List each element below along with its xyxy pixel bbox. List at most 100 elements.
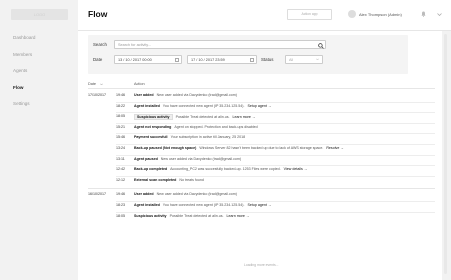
sort-icon[interactable]	[100, 83, 103, 86]
column-header-date: Date	[88, 82, 97, 86]
event-title: Agent paused	[134, 156, 158, 161]
bell-icon[interactable]	[421, 11, 426, 17]
row-time: 13:24	[116, 146, 125, 150]
event-title: Back-up paused (Not enough space)	[134, 146, 197, 150]
scrollbar[interactable]	[444, 34, 447, 274]
row-time: 12:12	[116, 177, 125, 182]
event-title: Agent installed	[134, 103, 160, 108]
row-action: User added New user added via Davydenko (…	[134, 192, 237, 196]
row-action: Back-up paused (Not enough space) Windows…	[134, 146, 344, 150]
table-row[interactable]: 16/10/2017 19:46 User added New user added …	[88, 190, 435, 201]
date-label: Date	[93, 57, 103, 62]
calendar-icon	[175, 58, 179, 62]
table-header: Date Action	[88, 82, 435, 89]
event-title: User added	[134, 93, 154, 97]
event-title: Suspicious activity	[134, 114, 173, 121]
header-action-button[interactable]: Action app	[287, 9, 332, 20]
app-root: LOGO Dashboard Members Agents Flow Setti…	[0, 0, 451, 280]
search-icon[interactable]	[318, 42, 324, 49]
date-from-field[interactable]: 13 / 10 / 2017 00:00	[114, 55, 182, 64]
row-action: Back-up completed Accounting_PC2 was succ…	[134, 167, 307, 171]
row-time: 13:11	[116, 156, 125, 161]
table-row[interactable]: 12:12 External scan completed No treats fo…	[88, 176, 435, 187]
event-link[interactable]: Setup agent →	[248, 203, 272, 207]
loading-indicator: Loading more events...	[244, 263, 279, 267]
event-title: User added	[134, 192, 154, 197]
user-name: Alex Thompson (Admin)	[359, 11, 402, 17]
sidebar-item-flow[interactable]: Flow	[13, 85, 35, 102]
main-content: Search Date 13 / 10 / 2017 00:00 17 / 10…	[78, 31, 442, 280]
calendar-icon	[250, 58, 254, 62]
row-action: Payment succesfull Your subscription in a…	[134, 135, 245, 139]
event-link[interactable]: Resolve →	[326, 146, 344, 150]
event-description: New user added via Davydenko (trad@gmail…	[160, 156, 242, 161]
event-title: Payment succesfull	[134, 135, 168, 140]
row-time: 18:05	[116, 114, 125, 119]
event-description: Agent on stopped. Protection and back-up…	[174, 124, 258, 129]
event-link[interactable]: View details →	[284, 167, 308, 171]
table-row[interactable]: 13:24 Back-up paused (Not enough space) Wi…	[88, 144, 435, 155]
row-action: Suspicious activity Possible Treat detect…	[134, 114, 256, 121]
chevron-down-icon	[316, 58, 319, 61]
event-description: Your subscription in active till January…	[170, 135, 246, 140]
row-action: Agent installed You have connected new ag…	[134, 203, 271, 207]
event-description: You have connected new agent (IP 35.234.…	[162, 203, 245, 207]
event-description: No treats found	[179, 177, 204, 182]
sidebar-item-dashboard[interactable]: Dashboard	[13, 35, 35, 52]
table-row[interactable]: 18:05 Suspicious activity Possible Treat d…	[88, 212, 435, 223]
row-time: 15:21	[116, 124, 125, 129]
event-description: New user added via Davydenko (trad@gmail…	[156, 93, 237, 97]
row-time: 18:22	[116, 103, 125, 108]
table-row[interactable]: 17/10/2017 19:46 User added New user added …	[88, 91, 435, 102]
event-description: Possible Treat detected at alin.us.	[169, 213, 224, 218]
search-label: Search	[93, 42, 107, 47]
group-divider	[88, 188, 435, 190]
row-time: 12:42	[116, 167, 125, 172]
top-header: Flow Action app Alex Thompson (Admin)	[78, 0, 451, 31]
table-row[interactable]: 18:23 Agent installed You have connected n…	[88, 201, 435, 212]
logo[interactable]: LOGO	[11, 9, 68, 20]
status-value: All	[289, 58, 294, 62]
avatar	[348, 10, 356, 18]
row-action: User added New user added via Davydenko (…	[134, 93, 237, 97]
table-row[interactable]: 15:46 Payment succesfull Your subscription…	[88, 133, 435, 144]
search-input[interactable]	[115, 41, 310, 49]
event-link[interactable]: Setup agent →	[248, 104, 272, 108]
table-row[interactable]: 18:05 Suspicious activity Possible Treat d…	[88, 112, 435, 123]
table-row[interactable]: 18:22 Agent installed You have connected n…	[88, 102, 435, 113]
row-time: 19:46	[116, 93, 125, 97]
event-title: Suspicious activity	[134, 213, 167, 218]
date-to-field[interactable]: 17 / 10 / 2017 23:59	[187, 55, 257, 64]
event-link[interactable]: Learn more →	[233, 115, 256, 119]
table-row[interactable]: 12:42 Back-up completed Accounting_PC2 was…	[88, 165, 435, 176]
search-field	[114, 40, 326, 49]
row-time: 18:05	[116, 213, 125, 218]
row-action: Agent installed You have connected new ag…	[134, 104, 271, 108]
event-title: Agent not responding	[134, 124, 172, 129]
event-description: Possible Treat detected at alin.us.	[175, 115, 230, 120]
user-menu[interactable]: Alex Thompson (Admin)	[348, 10, 402, 18]
table-row[interactable]: 15:21 Agent not responding Agent on stoppe…	[88, 123, 435, 134]
row-action: Agent not responding Agent on stopped. Pr…	[134, 125, 258, 129]
page-title: Flow	[88, 9, 108, 19]
event-description: You have connected new agent (IP 35.234.…	[162, 103, 245, 108]
event-description: Accounting_PC2 was succesfully backed-up…	[170, 167, 281, 172]
sidebar-item-settings[interactable]: Settings	[13, 101, 35, 118]
chevron-down-icon[interactable]	[437, 13, 442, 16]
sidebar: LOGO Dashboard Members Agents Flow Setti…	[0, 0, 78, 280]
row-date: 16/10/2017	[88, 192, 106, 197]
sidebar-item-agents[interactable]: Agents	[13, 68, 35, 85]
row-time: 15:46	[116, 135, 125, 140]
row-time: 19:46	[116, 192, 125, 197]
table-row[interactable]: 13:11 Agent paused New user added via Davy…	[88, 155, 435, 166]
sidebar-item-members[interactable]: Members	[13, 52, 35, 69]
sidebar-nav: Dashboard Members Agents Flow Settings	[13, 35, 35, 118]
event-description: New user added via Davydenko (trad@gmail…	[156, 192, 237, 197]
event-title: Agent installed	[134, 203, 160, 207]
status-select[interactable]: All	[285, 55, 323, 64]
row-time: 18:23	[116, 203, 125, 207]
logo-text: LOGO	[33, 12, 46, 17]
filter-panel: Search Date 13 / 10 / 2017 00:00 17 / 10…	[88, 35, 408, 74]
date-from-value: 13 / 10 / 2017 00:00	[118, 58, 152, 62]
event-link[interactable]: Learn more →	[227, 214, 250, 218]
